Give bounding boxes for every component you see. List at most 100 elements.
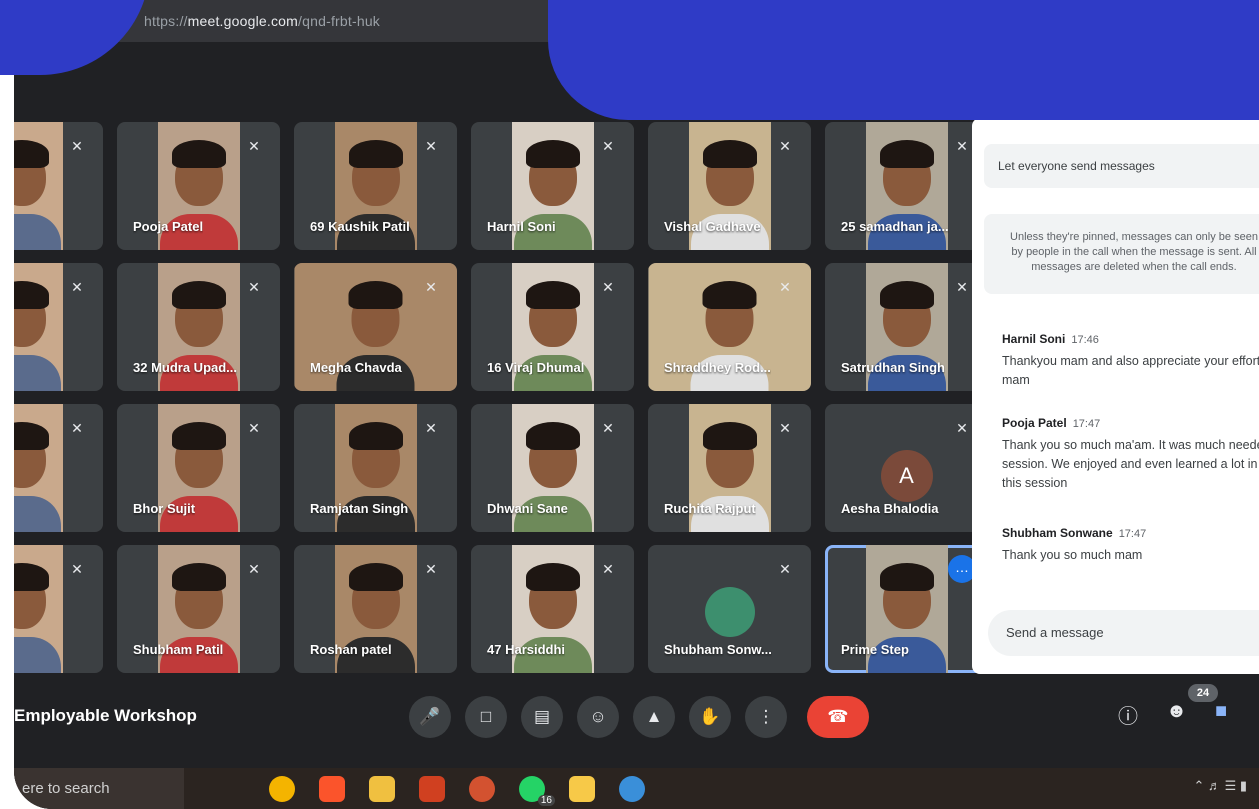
participant-video bbox=[14, 404, 63, 532]
participant-tile[interactable]: ✕ Shraddhey Rod... bbox=[648, 263, 811, 391]
store-icon[interactable] bbox=[419, 776, 445, 802]
end-call-button[interactable]: ☎ bbox=[807, 696, 869, 738]
participant-tile[interactable]: ✕ Megha Chavda bbox=[294, 263, 457, 391]
powerpoint-icon[interactable] bbox=[469, 776, 495, 802]
participant-tile[interactable]: ✕ 25 samadhan ja... bbox=[825, 122, 988, 250]
video-figure-hair bbox=[879, 563, 934, 591]
participant-tile[interactable]: ✕upta bbox=[14, 122, 103, 250]
video-figure-hair bbox=[171, 563, 226, 591]
participant-name: Ruchita Rajput bbox=[664, 501, 756, 516]
chat-panel: Let everyone send messages Unless they'r… bbox=[972, 118, 1259, 674]
info-icon[interactable]: ⓘ bbox=[1118, 700, 1138, 729]
participant-tile[interactable]: ✕ 69 Kaushik Patil bbox=[294, 122, 457, 250]
message-text: Thankyou mam and also appreciate your ef… bbox=[1002, 354, 1259, 387]
raise-hand-icon[interactable]: ✋ bbox=[689, 696, 731, 738]
video-figure-hair bbox=[702, 281, 757, 309]
meeting-title: Employable Workshop bbox=[14, 706, 197, 725]
muted-microphone-icon: ✕ bbox=[71, 138, 83, 154]
chat-message: Harnil Soni 17:46 Thankyou mam and also a… bbox=[1002, 332, 1259, 390]
muted-microphone-icon: ✕ bbox=[248, 138, 260, 154]
taskbar-apps: 16 bbox=[269, 776, 645, 806]
participant-tile[interactable]: A ✕ Aesha Bhalodia bbox=[825, 404, 988, 532]
video-figure-hair bbox=[525, 140, 580, 168]
send-messages-toggle[interactable]: Let everyone send messages bbox=[984, 144, 1259, 188]
whatsapp-icon[interactable]: 16 bbox=[519, 776, 555, 806]
participant-name: Harnil Soni bbox=[487, 219, 556, 234]
chrome-icon[interactable] bbox=[269, 776, 295, 802]
video-figure-hair bbox=[348, 422, 403, 450]
participant-tile[interactable]: ✕ Ruchita Rajput bbox=[648, 404, 811, 532]
video-figure-hair bbox=[14, 140, 49, 168]
video-figure-hair bbox=[14, 281, 49, 309]
participant-tile[interactable]: ✕ Ramjatan Singh bbox=[294, 404, 457, 532]
video-figure-hair bbox=[14, 563, 49, 591]
present-screen-icon[interactable]: ▲ bbox=[633, 696, 675, 738]
muted-microphone-icon: ✕ bbox=[71, 561, 83, 577]
participant-tile[interactable]: ✕ Shubham Patil bbox=[117, 545, 280, 673]
people-icon[interactable]: ☻ bbox=[1166, 700, 1187, 729]
participant-tile[interactable]: ✕xit bbox=[14, 545, 103, 673]
participant-tile[interactable]: ✕ 47 Harsiddhi bbox=[471, 545, 634, 673]
participant-tile[interactable]: ✕ Shubham Sonw... bbox=[648, 545, 811, 673]
muted-microphone-icon: ✕ bbox=[71, 279, 83, 295]
call-controls: 🎤 □ ▤ ☺ ▲ ✋ ⋮ ☎ bbox=[409, 696, 869, 738]
muted-microphone-icon: ✕ bbox=[602, 561, 614, 577]
participant-video bbox=[14, 122, 63, 250]
video-figure-hair bbox=[171, 281, 226, 309]
muted-microphone-icon: ✕ bbox=[779, 279, 791, 295]
muted-microphone-icon: ✕ bbox=[425, 138, 437, 154]
participant-name: 25 samadhan ja... bbox=[841, 219, 949, 234]
participant-tile[interactable]: ✕ Harnil Soni bbox=[471, 122, 634, 250]
muted-microphone-icon: ✕ bbox=[956, 420, 968, 436]
laptop-screen: https://meet.google.com/qnd-frbt-huk ✕up… bbox=[14, 0, 1259, 809]
microphone-icon[interactable]: 🎤 bbox=[409, 696, 451, 738]
video-figure-body bbox=[14, 637, 61, 673]
system-tray[interactable]: ⌃ ♬ ☰ ▮ bbox=[1193, 778, 1247, 794]
message-text: Thank you so much mam bbox=[1002, 548, 1143, 562]
url-text[interactable]: https://meet.google.com/qnd-frbt-huk bbox=[144, 13, 380, 29]
video-figure-hair bbox=[171, 422, 226, 450]
participant-tile[interactable]: ✕ Bhor Sujit bbox=[117, 404, 280, 532]
windows-taskbar: ere to search 16 ⌃ ♬ ☰ ▮ bbox=[14, 768, 1259, 809]
edge-icon[interactable] bbox=[619, 776, 645, 802]
send-message-input[interactable]: Send a message bbox=[988, 610, 1259, 656]
participant-tile[interactable]: ✕ 32 Mudra Upad... bbox=[117, 263, 280, 391]
participant-tile[interactable]: … Prime Step bbox=[825, 545, 988, 673]
participant-name: Bhor Sujit bbox=[133, 501, 196, 516]
whatsapp-badge: 16 bbox=[537, 795, 555, 806]
muted-microphone-icon: ✕ bbox=[248, 561, 260, 577]
chat-icon[interactable]: ■ bbox=[1215, 700, 1227, 729]
video-figure-hair bbox=[348, 281, 403, 309]
muted-microphone-icon: ✕ bbox=[956, 279, 968, 295]
participant-tile[interactable]: ✕ Satrudhan Singh bbox=[825, 263, 988, 391]
taskbar-search[interactable]: ere to search bbox=[14, 768, 184, 809]
muted-microphone-icon: ✕ bbox=[779, 420, 791, 436]
video-figure-hair bbox=[702, 422, 757, 450]
more-options-icon[interactable]: ⋮ bbox=[745, 696, 787, 738]
participant-tile[interactable]: ✕kare bbox=[14, 404, 103, 532]
muted-microphone-icon: ✕ bbox=[779, 138, 791, 154]
participant-tile[interactable]: ✕ Dhwani Sane bbox=[471, 404, 634, 532]
participant-video bbox=[14, 263, 63, 391]
brave-icon[interactable] bbox=[319, 776, 345, 802]
participant-name: Prime Step bbox=[841, 642, 909, 657]
emoji-icon[interactable]: ☺ bbox=[577, 696, 619, 738]
participant-tile[interactable]: ✕ Vishal Gadhave bbox=[648, 122, 811, 250]
message-time: 17:46 bbox=[1071, 334, 1099, 346]
participant-tile[interactable]: ✕ Pooja Patel bbox=[117, 122, 280, 250]
participant-name: 16 Viraj Dhumal bbox=[487, 360, 585, 375]
decorative-shape-right bbox=[548, 0, 1259, 120]
message-sender: Pooja Patel bbox=[1002, 416, 1067, 430]
participant-tile[interactable]: ✕ Roshan patel bbox=[294, 545, 457, 673]
participant-name: 32 Mudra Upad... bbox=[133, 360, 238, 375]
participant-name: Shubham Patil bbox=[133, 642, 224, 657]
file-explorer-icon[interactable] bbox=[369, 776, 395, 802]
participant-tile[interactable]: ✕a bbox=[14, 263, 103, 391]
participant-name: Shraddhey Rod... bbox=[664, 360, 771, 375]
camera-icon[interactable]: □ bbox=[465, 696, 507, 738]
message-time: 17:47 bbox=[1118, 528, 1147, 540]
sticky-notes-icon[interactable] bbox=[569, 776, 595, 802]
message-text: Thank you so much ma'am. It was much nee… bbox=[1002, 438, 1259, 490]
captions-icon[interactable]: ▤ bbox=[521, 696, 563, 738]
participant-tile[interactable]: ✕ 16 Viraj Dhumal bbox=[471, 263, 634, 391]
